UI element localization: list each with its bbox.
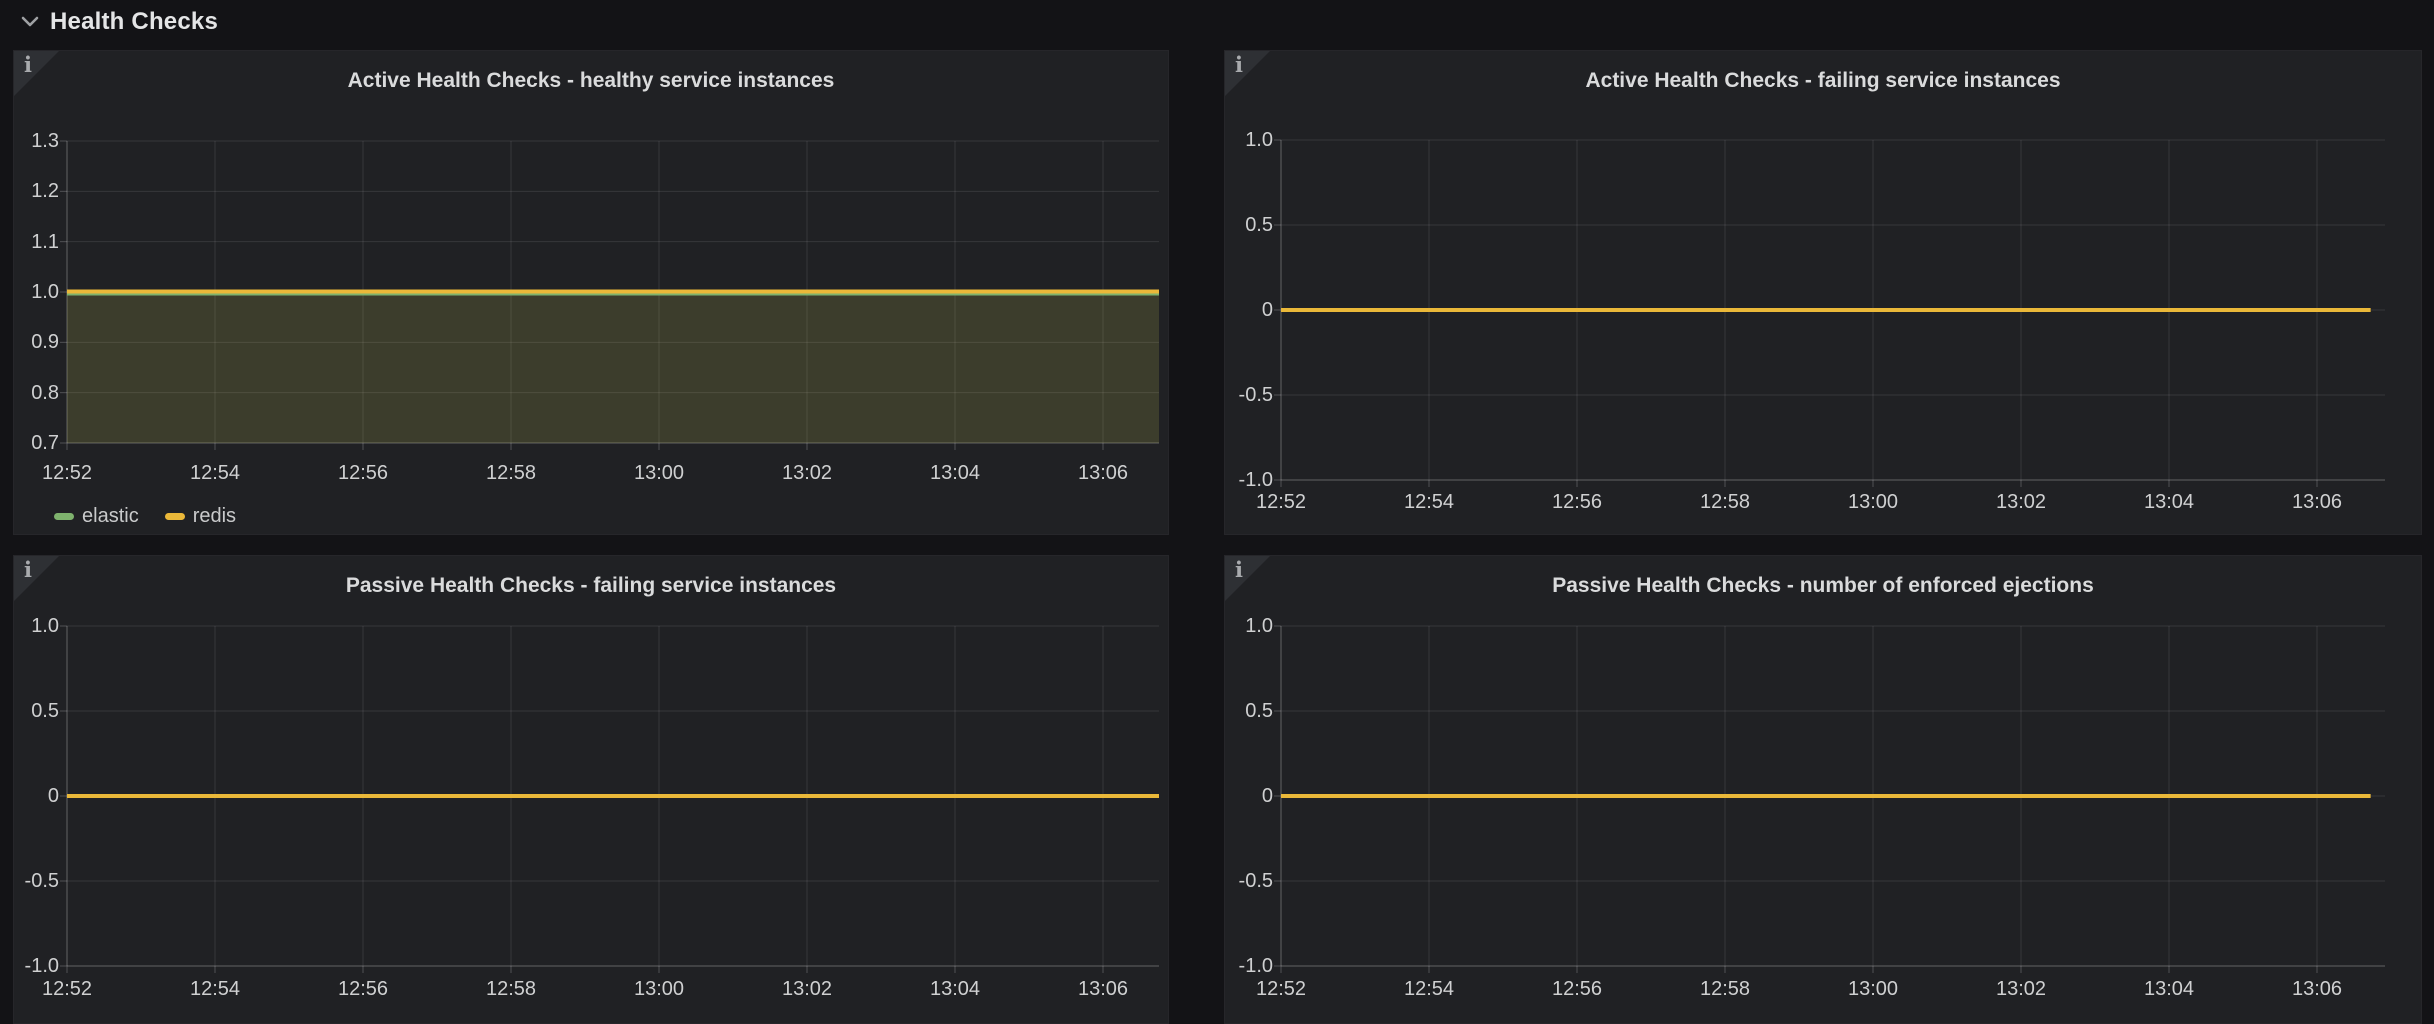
x-axis-label: 13:02 <box>782 977 832 1001</box>
y-axis-label: 0 <box>1227 299 1273 321</box>
x-axis-label: 12:54 <box>1404 490 1454 514</box>
panel-title[interactable]: Active Health Checks - failing service i… <box>1225 69 2421 93</box>
y-axis-label: -1.0 <box>13 955 59 977</box>
y-axis-label: -0.5 <box>1227 870 1273 892</box>
x-axis-label: 12:58 <box>1700 977 1750 1001</box>
x-axis-label: 13:04 <box>930 461 980 485</box>
chevron-down-icon <box>20 15 40 29</box>
panel: i Passive Health Checks - number of enfo… <box>1224 555 2422 1024</box>
x-axis-label: 12:52 <box>42 461 92 485</box>
x-axis-label: 13:04 <box>930 977 980 1001</box>
plot-area[interactable] <box>67 141 1159 443</box>
x-axis-label: 12:54 <box>1404 977 1454 1001</box>
plot-area[interactable] <box>67 626 1159 966</box>
x-axis-label: 13:06 <box>1078 461 1128 485</box>
chart-svg <box>1281 140 2385 480</box>
panel-title[interactable]: Passive Health Checks - failing service … <box>14 574 1168 598</box>
chart-svg <box>1281 626 2385 966</box>
y-axis-label: 1.0 <box>1227 615 1273 637</box>
row-title: Health Checks <box>50 8 218 36</box>
x-axis-label: 13:04 <box>2144 490 2194 514</box>
x-axis-label: 13:02 <box>782 461 832 485</box>
y-axis-label: 0.5 <box>13 700 59 722</box>
y-axis-label: -0.5 <box>13 870 59 892</box>
chart-svg <box>67 141 1159 443</box>
legend: elastic redis <box>54 506 236 526</box>
x-axis-label: 12:58 <box>1700 490 1750 514</box>
x-axis-label: 12:58 <box>486 461 536 485</box>
legend-swatch-icon <box>165 513 185 520</box>
x-axis-label: 12:54 <box>190 977 240 1001</box>
plot-area[interactable] <box>1281 626 2385 966</box>
x-axis-label: 13:00 <box>1848 490 1898 514</box>
panel: i Passive Health Checks - failing servic… <box>13 555 1169 1024</box>
legend-item[interactable]: redis <box>165 506 236 526</box>
x-axis-label: 13:02 <box>1996 490 2046 514</box>
y-axis-label: 1.1 <box>13 231 59 253</box>
y-axis-label: 1.3 <box>13 130 59 152</box>
y-axis-label: 0.5 <box>1227 214 1273 236</box>
series-fill <box>67 292 1159 443</box>
x-axis-label: 13:02 <box>1996 977 2046 1001</box>
x-axis-label: 13:06 <box>1078 977 1128 1001</box>
legend-label: elastic <box>82 506 139 526</box>
x-axis-label: 13:06 <box>2292 490 2342 514</box>
chart-svg <box>67 626 1159 966</box>
x-axis-label: 12:56 <box>1552 977 1602 1001</box>
y-axis-label: 0.7 <box>13 432 59 454</box>
y-axis-label: -1.0 <box>1227 469 1273 491</box>
legend-label: redis <box>193 506 236 526</box>
x-axis-label: 12:52 <box>1256 977 1306 1001</box>
dashboard-row-health-checks[interactable]: Health Checks <box>0 0 2434 44</box>
x-axis-label: 12:56 <box>338 977 388 1001</box>
y-axis-label: 1.0 <box>13 281 59 303</box>
panel: i Active Health Checks - healthy service… <box>13 50 1169 535</box>
x-axis-label: 13:00 <box>634 461 684 485</box>
plot-area[interactable] <box>1281 140 2385 480</box>
y-axis-label: 0 <box>1227 785 1273 807</box>
x-axis-label: 12:52 <box>42 977 92 1001</box>
y-axis-label: 1.0 <box>13 615 59 637</box>
x-axis-label: 12:52 <box>1256 490 1306 514</box>
x-axis-label: 13:00 <box>634 977 684 1001</box>
legend-swatch-icon <box>54 513 74 520</box>
panel: i Active Health Checks - failing service… <box>1224 50 2422 535</box>
y-axis-label: -0.5 <box>1227 384 1273 406</box>
x-axis-label: 13:04 <box>2144 977 2194 1001</box>
x-axis-label: 12:56 <box>1552 490 1602 514</box>
y-axis-label: 1.0 <box>1227 129 1273 151</box>
x-axis-label: 12:54 <box>190 461 240 485</box>
y-axis-label: -1.0 <box>1227 955 1273 977</box>
panel-title[interactable]: Active Health Checks - healthy service i… <box>14 69 1168 93</box>
panel-title[interactable]: Passive Health Checks - number of enforc… <box>1225 574 2421 598</box>
y-axis-label: 1.2 <box>13 180 59 202</box>
legend-item[interactable]: elastic <box>54 506 139 526</box>
x-axis-label: 12:58 <box>486 977 536 1001</box>
x-axis-label: 13:00 <box>1848 977 1898 1001</box>
x-axis-label: 12:56 <box>338 461 388 485</box>
y-axis-label: 0.9 <box>13 331 59 353</box>
y-axis-label: 0.8 <box>13 382 59 404</box>
y-axis-label: 0.5 <box>1227 700 1273 722</box>
x-axis-label: 13:06 <box>2292 977 2342 1001</box>
y-axis-label: 0 <box>13 785 59 807</box>
